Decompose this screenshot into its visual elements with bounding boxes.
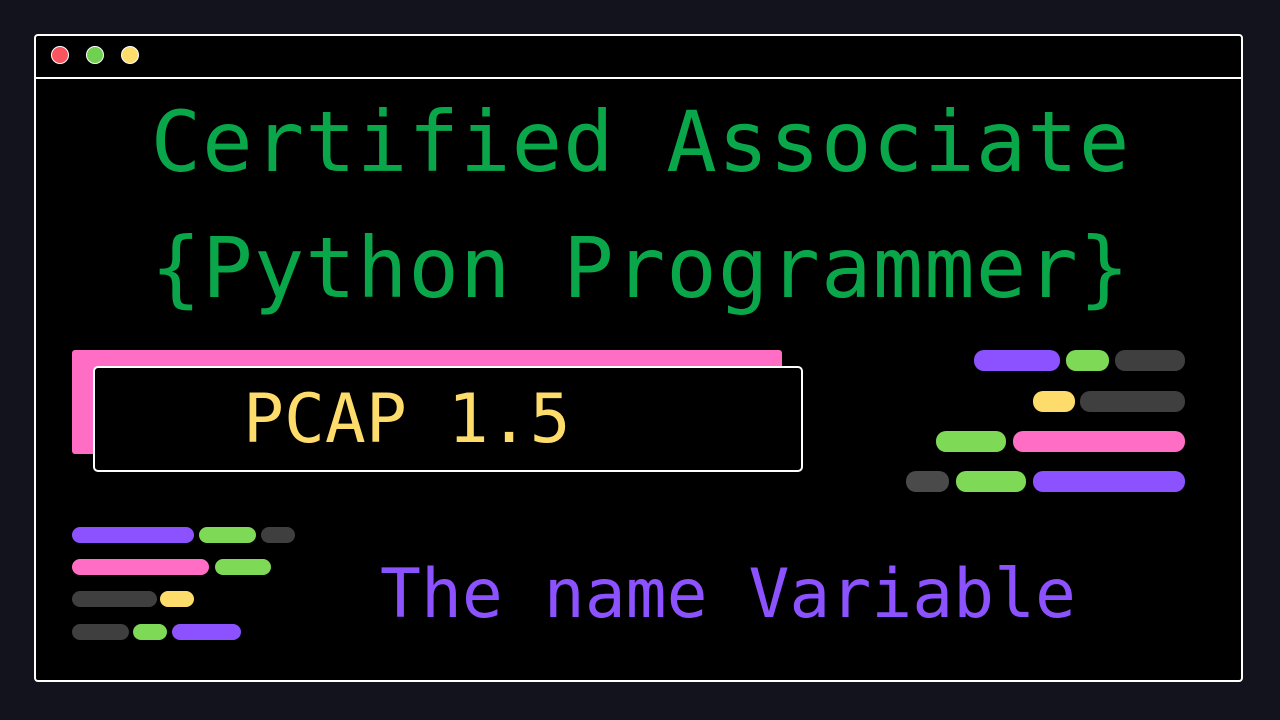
code-bar bbox=[72, 591, 157, 607]
code-bar bbox=[1080, 391, 1185, 412]
code-bar bbox=[172, 624, 241, 640]
title-line-2: {Python Programmer} bbox=[150, 219, 1131, 317]
code-bar bbox=[1013, 431, 1185, 452]
title-line-1: Certified Associate bbox=[150, 93, 1131, 191]
code-bar bbox=[199, 527, 256, 543]
code-bar bbox=[1066, 350, 1109, 371]
close-dot[interactable] bbox=[51, 46, 69, 64]
topic-title: The name Variable bbox=[380, 555, 1076, 634]
code-bar bbox=[160, 591, 194, 607]
code-bar bbox=[72, 624, 129, 640]
code-bar bbox=[215, 559, 271, 575]
maximize-dot[interactable] bbox=[121, 46, 139, 64]
code-bar bbox=[936, 431, 1006, 452]
window-titlebar bbox=[36, 36, 1241, 79]
code-bar bbox=[1033, 471, 1185, 492]
code-bar bbox=[1115, 350, 1185, 371]
code-bar bbox=[974, 350, 1060, 371]
code-bar bbox=[261, 527, 295, 543]
code-bar bbox=[956, 471, 1026, 492]
code-bar bbox=[133, 624, 167, 640]
minimize-dot[interactable] bbox=[86, 46, 104, 64]
code-bar bbox=[72, 527, 194, 543]
editor-window: Certified Associate {Python Programmer} … bbox=[34, 34, 1243, 682]
version-text: PCAP 1.5 bbox=[243, 380, 571, 459]
code-bar bbox=[1033, 391, 1075, 412]
code-bar bbox=[72, 559, 209, 575]
version-badge: PCAP 1.5 bbox=[93, 366, 803, 472]
code-bar bbox=[906, 471, 949, 492]
